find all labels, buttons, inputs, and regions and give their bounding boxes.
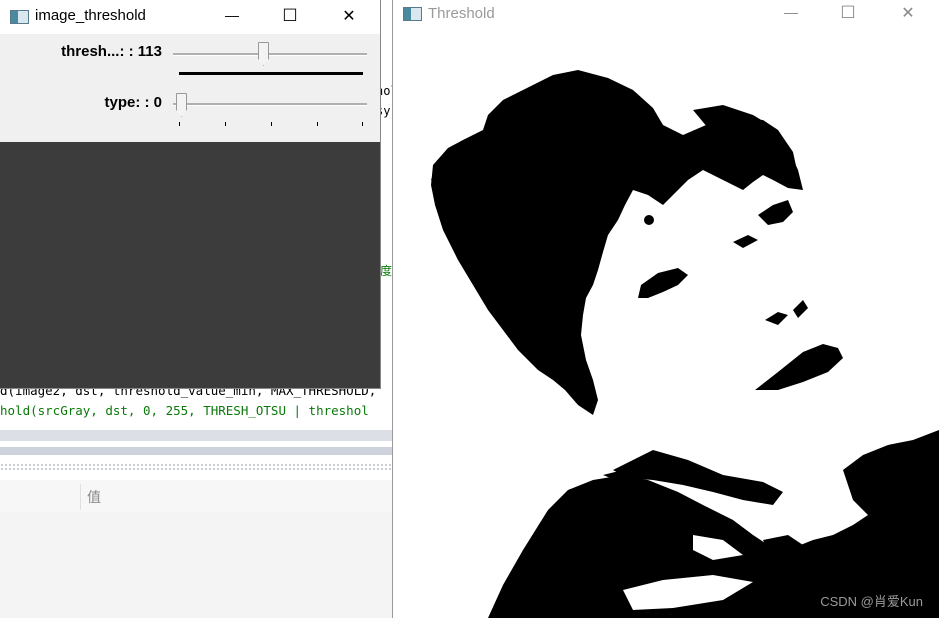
minimize-button[interactable]: — bbox=[779, 4, 803, 20]
tick-mark bbox=[362, 122, 363, 126]
tick-mark bbox=[271, 122, 272, 126]
panel-divider bbox=[0, 447, 393, 455]
maximize-button[interactable]: ☐ bbox=[836, 3, 860, 23]
close-button[interactable]: ✕ bbox=[337, 6, 361, 26]
app-icon bbox=[403, 7, 422, 21]
maximize-button[interactable]: ☐ bbox=[278, 6, 302, 26]
window-title: Threshold bbox=[428, 5, 495, 22]
watch-grid-header bbox=[0, 480, 393, 513]
code-line-3[interactable] bbox=[0, 422, 376, 430]
type-trackbar-label: type: : 0 bbox=[104, 94, 162, 111]
code-line-2[interactable]: hold(srcGray, dst, 0, 255, THRESH_OTSU |… bbox=[0, 402, 369, 420]
code-fragment: 度 bbox=[380, 264, 393, 278]
thresh-trackbar-track[interactable] bbox=[173, 53, 367, 56]
type-trackbar-thumb[interactable] bbox=[176, 93, 187, 117]
grid-column-separator[interactable] bbox=[80, 484, 81, 510]
tick-mark bbox=[179, 122, 180, 126]
minimize-button[interactable]: — bbox=[220, 7, 244, 23]
thresh-trackbar-label: thresh...: : 113 bbox=[61, 43, 162, 60]
thresholded-image bbox=[393, 30, 939, 618]
image-display-area bbox=[0, 142, 380, 388]
threshold-window: Threshold — ☐ ✕ CSDN @肖爱Kun bbox=[393, 0, 939, 618]
type-trackbar-track[interactable] bbox=[173, 103, 367, 106]
thresh-trackbar-ticks-bar bbox=[179, 72, 363, 75]
panel-splitter[interactable] bbox=[0, 463, 393, 471]
trackbar-panel: thresh...: : 113 type: : 0 bbox=[0, 34, 380, 142]
tick-mark bbox=[317, 122, 318, 126]
app-icon bbox=[10, 10, 29, 24]
watermark: CSDN @肖爱Kun bbox=[820, 594, 923, 609]
close-button[interactable]: ✕ bbox=[896, 3, 920, 23]
titlebar[interactable]: image_threshold — ☐ ✕ bbox=[0, 0, 380, 34]
window-title: image_threshold bbox=[35, 7, 146, 24]
image-threshold-window: image_threshold — ☐ ✕ thresh...: : 113 t… bbox=[0, 0, 380, 388]
editor-scrollbar[interactable] bbox=[0, 430, 393, 441]
tick-mark bbox=[225, 122, 226, 126]
value-column-header[interactable]: 值 bbox=[87, 487, 101, 507]
watch-grid-body bbox=[0, 512, 393, 618]
thresh-trackbar-thumb[interactable] bbox=[258, 42, 269, 66]
